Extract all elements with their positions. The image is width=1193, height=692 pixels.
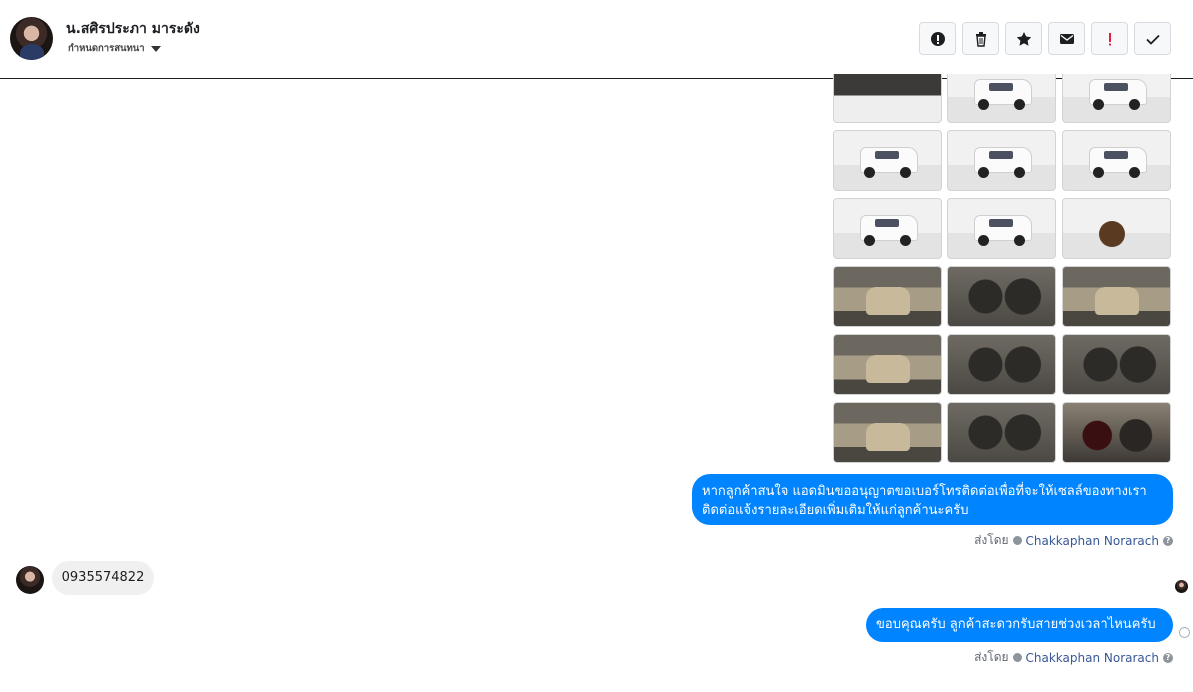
conversation-menu[interactable]: กำหนดการสนทนา — [68, 41, 161, 56]
outgoing-message[interactable]: หากลูกค้าสนใจ แอดมินขออนุญาตขอเบอร์โทรติ… — [692, 474, 1173, 525]
conversation-header: น.สศิรประภา มาระดัง กำหนดการสนทนา — [0, 0, 1193, 79]
interior-dash-photo[interactable] — [947, 266, 1056, 327]
truck-front-photo[interactable] — [947, 74, 1056, 123]
sent-by-label: ส่งโดย — [974, 533, 1009, 547]
chevron-down-icon — [150, 45, 161, 52]
mail-button[interactable] — [1048, 22, 1085, 55]
star-icon — [1016, 31, 1031, 46]
sent-status-icon — [1179, 627, 1190, 638]
truck-rear-photo[interactable] — [1062, 130, 1171, 191]
outgoing-message[interactable]: ขอบคุณครับ ลูกค้าสะดวกรับสายช่วงเวลาไหนค… — [866, 608, 1173, 642]
truck-rear-photo[interactable] — [947, 130, 1056, 191]
mark-done-button[interactable] — [1134, 22, 1171, 55]
info-button[interactable] — [919, 22, 956, 55]
sent-by-label: ส่งโดย — [974, 650, 1009, 664]
incoming-message[interactable]: 0935574822 — [52, 561, 154, 595]
interior-console-photo[interactable] — [1062, 266, 1171, 327]
photo-gallery — [833, 74, 1173, 464]
truck-front-photo[interactable] — [1062, 74, 1171, 123]
interior-seat-photo[interactable] — [833, 334, 942, 395]
contact-name[interactable]: น.สศิรประภา มาระดัง — [66, 18, 200, 40]
mail-icon — [1059, 33, 1074, 44]
exclamation-icon — [1108, 32, 1111, 45]
check-icon — [1145, 34, 1160, 45]
dashboard-photo[interactable] — [947, 402, 1056, 463]
star-button[interactable] — [1005, 22, 1042, 55]
author-link[interactable]: Chakkaphan Norarach — [1026, 534, 1159, 548]
info-circle-icon — [930, 31, 945, 46]
interior-steering-photo[interactable] — [947, 334, 1056, 395]
author-link[interactable]: Chakkaphan Norarach — [1026, 651, 1159, 665]
interior-door-photo[interactable] — [833, 266, 942, 327]
rear-seat-photo[interactable] — [833, 402, 942, 463]
profile-avatar[interactable] — [10, 17, 53, 60]
message-meta: ส่งโดย Chakkaphan Norarach ? — [974, 531, 1173, 550]
gauge-photo[interactable] — [1062, 402, 1171, 463]
verified-icon — [1012, 536, 1022, 545]
truck-side-photo[interactable] — [947, 198, 1056, 259]
truck-wheel-photo[interactable] — [1062, 198, 1171, 259]
conversation-menu-label: กำหนดการสนทนา — [68, 43, 145, 54]
engine-photo[interactable] — [833, 74, 942, 123]
truck-front-photo[interactable] — [833, 130, 942, 191]
contact-avatar[interactable] — [16, 566, 44, 594]
help-icon[interactable]: ? — [1163, 652, 1173, 663]
interior-steering-photo[interactable] — [1062, 334, 1171, 395]
action-toolbar — [919, 22, 1171, 55]
help-icon[interactable]: ? — [1163, 535, 1173, 546]
truck-side-photo[interactable] — [833, 198, 942, 259]
delete-button[interactable] — [962, 22, 999, 55]
mark-important-button[interactable] — [1091, 22, 1128, 55]
seen-avatar — [1175, 580, 1188, 593]
message-meta: ส่งโดย Chakkaphan Norarach ? — [974, 648, 1173, 667]
trash-icon — [975, 31, 986, 47]
verified-icon — [1012, 653, 1022, 662]
